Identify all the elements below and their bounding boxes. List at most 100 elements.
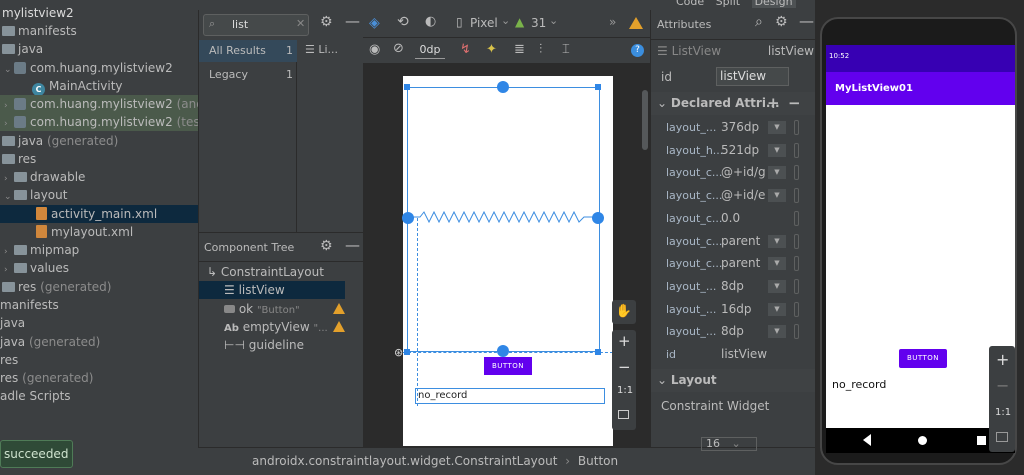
eye-icon[interactable]: ◉: [369, 42, 380, 57]
attribute-value[interactable]: 8dp: [721, 320, 744, 343]
tree-item-java-2[interactable]: java: [0, 314, 198, 332]
declared-attribute-row[interactable]: layout_... 8dp ▼: [651, 320, 816, 343]
tree-item-res-generated[interactable]: res (generated): [0, 278, 198, 296]
align-icon[interactable]: ⫶: [539, 42, 542, 57]
tree-item-res-2[interactable]: res: [0, 351, 198, 369]
resource-picker-icon[interactable]: [794, 165, 799, 181]
layout-section-header[interactable]: ⌄ Layout: [651, 369, 816, 392]
palette-category-legacy[interactable]: Legacy 1: [199, 64, 297, 86]
device-screen[interactable]: 10:52 MyListView01 BUTTON no_record: [826, 45, 1015, 453]
breadcrumb-leaf[interactable]: Button: [578, 454, 618, 468]
constraint-handle-right[interactable]: [592, 212, 604, 224]
declared-attribute-row[interactable]: id listView: [651, 343, 816, 366]
declared-attribute-row[interactable]: layout_c... @+id/g ▼: [651, 161, 816, 184]
night-mode-icon[interactable]: ◐: [425, 14, 436, 29]
tree-item-mainactivity[interactable]: C MainActivity: [0, 77, 198, 96]
constraint-bottom-margin[interactable]: 16 ⌄: [701, 437, 757, 451]
gear-icon[interactable]: ⚙: [320, 14, 333, 30]
device-select[interactable]: Pixel: [470, 16, 498, 30]
device-zoom-reset-button[interactable]: 1:1: [995, 407, 1011, 418]
resource-picker-icon[interactable]: [794, 210, 799, 226]
recents-icon[interactable]: [977, 436, 986, 445]
chevron-right-icon[interactable]: ›: [4, 115, 14, 133]
resource-picker-icon[interactable]: [794, 188, 799, 204]
resource-picker-icon[interactable]: [794, 256, 799, 272]
declared-attribute-row[interactable]: layout_c... parent ▼: [651, 230, 816, 253]
attribute-value[interactable]: @+id/e: [721, 184, 765, 207]
guideline-toggle-icon[interactable]: ⊛: [394, 346, 403, 359]
gear-icon[interactable]: ⚙: [320, 238, 333, 254]
constraint-handle-bottom[interactable]: [497, 345, 509, 357]
orientation-icon[interactable]: ⟲: [397, 14, 409, 30]
tab-design[interactable]: Design: [751, 0, 796, 8]
resource-picker-icon[interactable]: [794, 120, 799, 135]
declared-attribute-row[interactable]: layout_c... parent ▼: [651, 252, 816, 275]
canvas-scrollbar[interactable]: [642, 90, 648, 150]
declared-attribute-row[interactable]: layout_h... 521dp ▼: [651, 139, 816, 162]
warning-icon[interactable]: [629, 17, 643, 29]
resize-handle-tl[interactable]: [404, 84, 410, 90]
chevron-down-icon[interactable]: ▼: [768, 279, 786, 293]
minimize-icon[interactable]: —: [345, 236, 360, 254]
zoom-reset-button[interactable]: 1:1: [617, 385, 633, 396]
tree-node-ok[interactable]: ok "Button": [199, 300, 345, 318]
attribute-value[interactable]: 376dp: [721, 116, 759, 139]
declared-attribute-row[interactable]: layout_c... @+id/e ▼: [651, 184, 816, 207]
tree-item-java[interactable]: java: [0, 40, 198, 58]
tree-item-layout[interactable]: ⌄ layout: [0, 186, 198, 204]
declared-attribute-row[interactable]: layout_c... 0.0: [651, 207, 816, 230]
tree-item-mipmap[interactable]: › mipmap: [0, 241, 198, 259]
tree-item-activity-main[interactable]: activity_main.xml: [0, 205, 198, 223]
tree-item-res[interactable]: res: [0, 150, 198, 168]
device-button-ok[interactable]: BUTTON: [899, 349, 947, 368]
tree-item-java-generated[interactable]: java (generated): [0, 132, 198, 150]
resize-handle-br[interactable]: [595, 349, 601, 355]
attribute-value[interactable]: @+id/g: [721, 161, 766, 184]
chevron-down-icon[interactable]: ▼: [768, 302, 786, 316]
layers-icon[interactable]: ◈: [369, 15, 380, 31]
remove-attribute-button[interactable]: −: [788, 92, 801, 115]
resource-picker-icon[interactable]: [794, 278, 799, 294]
chevron-down-icon[interactable]: ⌄: [501, 14, 510, 27]
chevron-right-icon[interactable]: ›: [4, 261, 14, 279]
attribute-value[interactable]: listView: [721, 343, 767, 366]
attribute-value[interactable]: 0.0: [721, 207, 740, 230]
resize-handle-bl[interactable]: [404, 349, 410, 355]
chevron-down-icon[interactable]: ▼: [768, 257, 786, 271]
breadcrumb-path[interactable]: androidx.constraintlayout.widget.Constra…: [252, 454, 557, 468]
declared-attribute-row[interactable]: layout_... 16dp ▼: [651, 298, 816, 321]
constraint-handle-left[interactable]: [402, 212, 414, 224]
magnet-off-icon[interactable]: ⊘: [393, 41, 404, 56]
attribute-value[interactable]: 8dp: [721, 275, 744, 298]
help-icon[interactable]: ?: [631, 44, 644, 57]
tree-item-gradle-scripts[interactable]: adle Scripts: [0, 387, 198, 405]
palette-search-input[interactable]: ⌕ list ✕: [203, 14, 309, 36]
resource-picker-icon[interactable]: [794, 301, 799, 317]
tree-item-package-test[interactable]: › com.huang.mylistview2 (test): [0, 113, 198, 131]
constraint-handle-top[interactable]: [497, 81, 509, 93]
tree-item-mylayout[interactable]: mylayout.xml: [0, 223, 198, 241]
home-icon[interactable]: [918, 436, 927, 445]
build-status-toast[interactable]: succeeded: [0, 440, 73, 468]
declared-attributes-header[interactable]: ⌄ Declared Attri... + −: [651, 92, 816, 115]
chevron-down-icon[interactable]: ▼: [768, 234, 786, 248]
device-zoom-out-button[interactable]: −: [996, 376, 1009, 395]
warning-icon[interactable]: [333, 303, 345, 314]
declared-attribute-row[interactable]: layout_... 8dp ▼: [651, 275, 816, 298]
tree-item-package[interactable]: ⌄ com.huang.mylistview2: [0, 59, 198, 77]
tab-code[interactable]: Code: [676, 0, 704, 8]
tree-item-res-generated-2[interactable]: res (generated): [0, 369, 198, 387]
tree-node-guideline[interactable]: ⊢⊣ guideline: [199, 336, 345, 354]
add-attribute-button[interactable]: +: [767, 92, 780, 115]
palette-item-listview[interactable]: ☰ Li...: [305, 40, 364, 60]
guidelines-icon[interactable]: ⌶: [562, 42, 570, 57]
infer-constraints-icon[interactable]: ✦: [486, 42, 497, 57]
resource-picker-icon[interactable]: [794, 142, 799, 158]
id-input[interactable]: listView: [716, 67, 789, 86]
attribute-value[interactable]: parent: [721, 252, 760, 275]
tree-item-values[interactable]: › values: [0, 259, 198, 277]
pack-icon[interactable]: ≣: [514, 42, 525, 57]
tree-item-drawable[interactable]: › drawable: [0, 168, 198, 186]
tree-node-listview[interactable]: ☰ listView: [199, 281, 345, 299]
chevron-down-icon[interactable]: ▼: [768, 189, 786, 203]
